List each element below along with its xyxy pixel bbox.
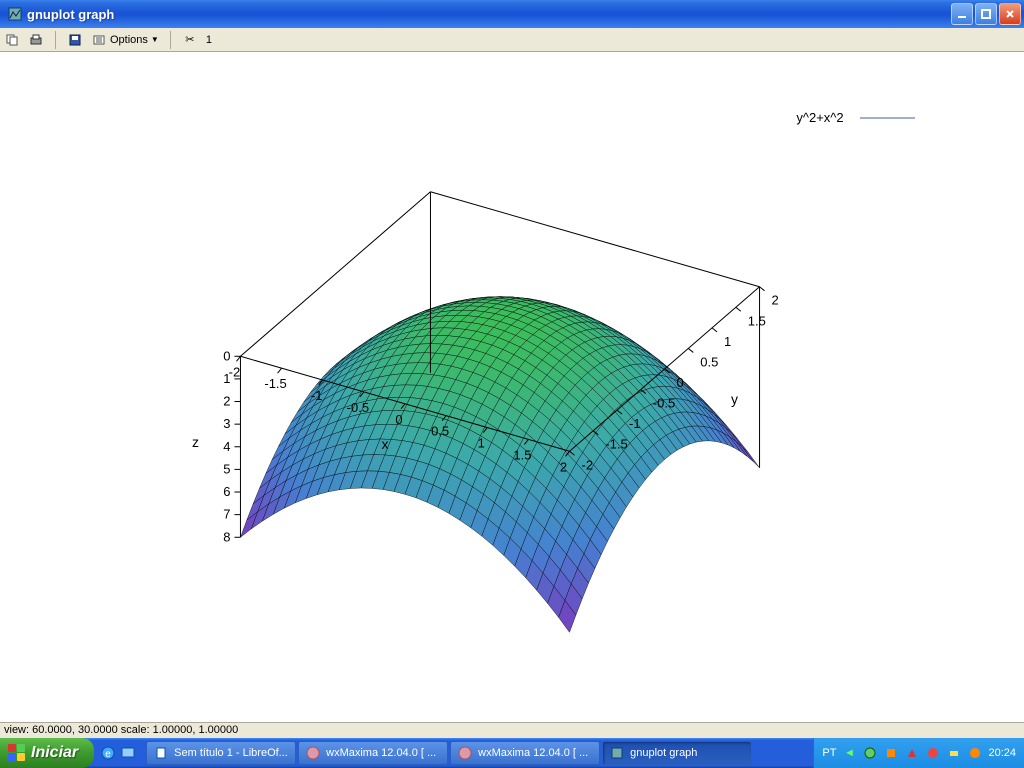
document-icon <box>153 745 169 761</box>
svg-text:7: 7 <box>223 507 230 522</box>
print-icon <box>28 32 44 48</box>
tray-icon[interactable] <box>967 745 983 761</box>
svg-text:-1.5: -1.5 <box>605 437 627 452</box>
copy-button[interactable] <box>4 32 20 48</box>
clock[interactable]: 20:24 <box>988 747 1016 759</box>
cut-button[interactable]: ✂ <box>182 32 198 48</box>
toolbar-separator <box>170 31 171 49</box>
quick-launch: e <box>94 738 142 768</box>
task-label: wxMaxima 12.04.0 [ ... <box>326 747 436 759</box>
svg-text:6: 6 <box>223 484 230 499</box>
svg-text:2: 2 <box>223 394 230 409</box>
plot-svg: y^2+x^2 012345678-2-1.5-1-0.500.511.52-2… <box>0 52 1024 722</box>
copy-icon <box>4 32 20 48</box>
language-indicator[interactable]: PT <box>822 747 836 759</box>
close-button[interactable] <box>999 3 1021 25</box>
svg-text:-0.5: -0.5 <box>653 396 675 411</box>
plot-area[interactable]: y^2+x^2 012345678-2-1.5-1-0.500.511.52-2… <box>0 52 1024 722</box>
tray-icon[interactable] <box>862 745 878 761</box>
svg-text:-2: -2 <box>229 364 241 379</box>
start-button[interactable]: Iniciar <box>0 738 94 768</box>
start-label: Iniciar <box>31 744 78 762</box>
svg-text:0: 0 <box>677 375 684 390</box>
save-icon <box>67 32 83 48</box>
svg-text:0.5: 0.5 <box>700 354 718 369</box>
wxmaxima-icon <box>305 745 321 761</box>
taskbar-item[interactable]: Sem título 1 - LibreOf... <box>146 741 296 765</box>
maximize-button[interactable] <box>975 3 997 25</box>
svg-text:0: 0 <box>223 348 230 363</box>
taskbar-item[interactable]: wxMaxima 12.04.0 [ ... <box>450 741 600 765</box>
svg-text:1.5: 1.5 <box>513 447 531 462</box>
options-button[interactable]: Options ▼ <box>91 32 159 48</box>
gnuplot-icon <box>609 745 625 761</box>
app-icon <box>7 6 23 22</box>
options-icon <box>91 32 107 48</box>
window-titlebar: gnuplot graph <box>0 0 1024 28</box>
svg-text:8: 8 <box>223 529 230 544</box>
svg-text:1: 1 <box>478 436 485 451</box>
taskbar-item[interactable]: wxMaxima 12.04.0 [ ... <box>298 741 448 765</box>
ie-icon[interactable]: e <box>100 745 116 761</box>
tray-icon[interactable] <box>925 745 941 761</box>
scissors-icon: ✂ <box>182 32 198 48</box>
system-tray: PT ◄ 20:24 <box>813 738 1024 768</box>
task-list: Sem título 1 - LibreOf... wxMaxima 12.04… <box>142 738 813 768</box>
task-label: wxMaxima 12.04.0 [ ... <box>478 747 588 759</box>
surface-mesh <box>241 297 760 633</box>
z-axis-label: z <box>192 434 199 450</box>
desktop-icon[interactable] <box>120 745 136 761</box>
svg-text:5: 5 <box>223 461 230 476</box>
svg-text:-1.5: -1.5 <box>264 376 286 391</box>
windows-logo-icon <box>8 744 26 762</box>
svg-text:0: 0 <box>395 412 402 427</box>
toolbar-separator <box>55 31 56 49</box>
x-axis-label: x <box>382 436 389 452</box>
tray-icon[interactable]: ◄ <box>841 745 857 761</box>
tray-icon[interactable] <box>904 745 920 761</box>
taskbar-item-active[interactable]: gnuplot graph <box>602 741 752 765</box>
svg-text:2: 2 <box>560 459 567 474</box>
task-label: gnuplot graph <box>630 747 697 759</box>
window-title: gnuplot graph <box>27 7 951 22</box>
status-bar: view: 60.0000, 30.0000 scale: 1.00000, 1… <box>0 722 1024 738</box>
svg-text:-1: -1 <box>311 388 323 403</box>
svg-text:-1: -1 <box>629 416 641 431</box>
svg-text:1: 1 <box>724 334 731 349</box>
minimize-button[interactable] <box>951 3 973 25</box>
toolbar: Options ▼ ✂ 1 <box>0 28 1024 52</box>
print-button[interactable] <box>28 32 44 48</box>
svg-text:-0.5: -0.5 <box>347 400 369 415</box>
plot-legend: y^2+x^2 <box>796 110 843 125</box>
svg-text:-2: -2 <box>582 457 594 472</box>
tray-icon[interactable] <box>883 745 899 761</box>
y-axis-label: y <box>731 391 738 407</box>
status-text: view: 60.0000, 30.0000 scale: 1.00000, 1… <box>4 724 238 736</box>
chevron-down-icon: ▼ <box>151 35 159 44</box>
task-label: Sem título 1 - LibreOf... <box>174 747 288 759</box>
save-button[interactable] <box>67 32 83 48</box>
taskbar: Iniciar e Sem título 1 - LibreOf... wxMa… <box>0 738 1024 768</box>
tray-icon[interactable] <box>946 745 962 761</box>
svg-text:4: 4 <box>223 439 230 454</box>
svg-text:e: e <box>105 749 111 760</box>
svg-text:0.5: 0.5 <box>431 424 449 439</box>
svg-text:3: 3 <box>223 416 230 431</box>
wxmaxima-icon <box>457 745 473 761</box>
svg-text:2: 2 <box>772 293 779 308</box>
toolbar-number: 1 <box>206 34 212 46</box>
options-label: Options <box>110 34 148 46</box>
svg-text:1.5: 1.5 <box>748 313 766 328</box>
